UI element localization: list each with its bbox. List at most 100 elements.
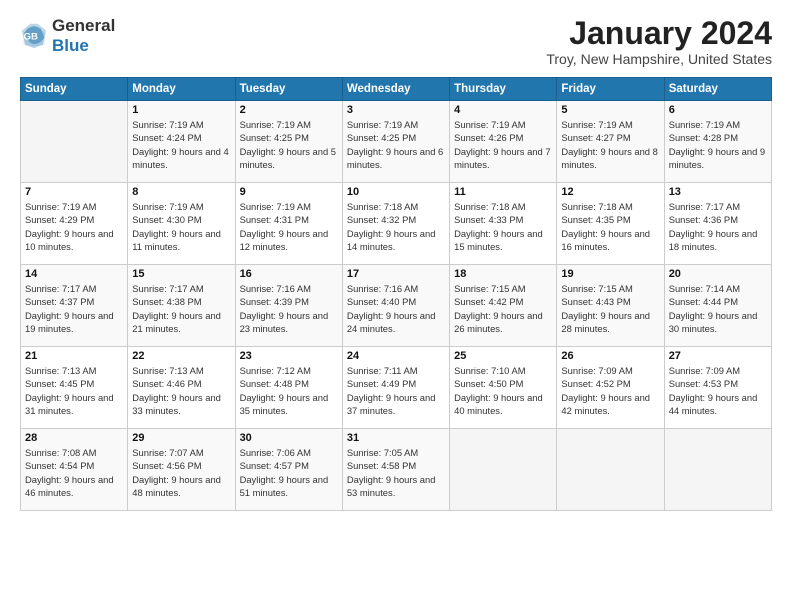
day-info: Sunrise: 7:15 AMSunset: 4:42 PMDaylight:… [454,282,552,335]
day-number: 13 [669,186,767,198]
day-number: 7 [25,186,123,198]
calendar-cell: 20Sunrise: 7:14 AMSunset: 4:44 PMDayligh… [664,265,771,347]
svg-text:GB: GB [24,31,38,42]
calendar-cell: 25 Sunrise: 7:10 AMSunset: 4:50 PMDayligh… [450,347,557,429]
day-number: 9 [240,186,338,198]
calendar-cell: 11 Sunrise: 7:18 AMSunset: 4:33 PMDayligh… [450,183,557,265]
calendar-cell: 10Sunrise: 7:18 AMSunset: 4:32 PMDayligh… [342,183,449,265]
calendar-cell: 29Sunrise: 7:07 AMSunset: 4:56 PMDayligh… [128,429,235,511]
day-number: 2 [240,104,338,116]
logo-text: General Blue [52,16,115,55]
calendar-cell: 5 Sunrise: 7:19 AMSunset: 4:27 PMDaylight… [557,101,664,183]
calendar-cell: 16Sunrise: 7:16 AMSunset: 4:39 PMDayligh… [235,265,342,347]
calendar-cell: 12Sunrise: 7:18 AMSunset: 4:35 PMDayligh… [557,183,664,265]
day-number: 17 [347,268,445,280]
logo-general: General [52,16,115,35]
day-info: Sunrise: 7:19 AMSunset: 4:25 PMDaylight:… [347,118,445,171]
day-number: 29 [132,432,230,444]
day-number: 24 [347,350,445,362]
day-number: 30 [240,432,338,444]
calendar-cell: 24 Sunrise: 7:11 AMSunset: 4:49 PMDayligh… [342,347,449,429]
calendar-week-row: 28 Sunrise: 7:08 AMSunset: 4:54 PMDayligh… [21,429,772,511]
weekday-header-wednesday: Wednesday [342,78,449,101]
day-info: Sunrise: 7:19 AMSunset: 4:25 PMDaylight:… [240,118,338,171]
calendar-cell: 4 Sunrise: 7:19 AMSunset: 4:26 PMDaylight… [450,101,557,183]
day-number: 25 [454,350,552,362]
day-number: 3 [347,104,445,116]
calendar-cell: 3 Sunrise: 7:19 AMSunset: 4:25 PMDaylight… [342,101,449,183]
day-number: 1 [132,104,230,116]
calendar-cell: 2 Sunrise: 7:19 AMSunset: 4:25 PMDaylight… [235,101,342,183]
day-number: 22 [132,350,230,362]
day-info: Sunrise: 7:19 AMSunset: 4:29 PMDaylight:… [25,200,123,253]
header: GB General Blue January 2024 Troy, New H… [20,16,772,67]
calendar-cell [450,429,557,511]
day-info: Sunrise: 7:15 AMSunset: 4:43 PMDaylight:… [561,282,659,335]
day-number: 10 [347,186,445,198]
calendar-cell [21,101,128,183]
calendar-cell: 31Sunrise: 7:05 AMSunset: 4:58 PMDayligh… [342,429,449,511]
day-number: 11 [454,186,552,198]
calendar-cell: 27Sunrise: 7:09 AMSunset: 4:53 PMDayligh… [664,347,771,429]
day-number: 19 [561,268,659,280]
calendar-cell: 9 Sunrise: 7:19 AMSunset: 4:31 PMDaylight… [235,183,342,265]
day-info: Sunrise: 7:10 AMSunset: 4:50 PMDaylight:… [454,364,552,417]
calendar-cell: 18 Sunrise: 7:15 AMSunset: 4:42 PMDayligh… [450,265,557,347]
day-number: 15 [132,268,230,280]
day-info: Sunrise: 7:19 AMSunset: 4:26 PMDaylight:… [454,118,552,171]
calendar-cell: 28 Sunrise: 7:08 AMSunset: 4:54 PMDayligh… [21,429,128,511]
calendar-cell: 13Sunrise: 7:17 AMSunset: 4:36 PMDayligh… [664,183,771,265]
calendar-week-row: 7 Sunrise: 7:19 AMSunset: 4:29 PMDaylight… [21,183,772,265]
calendar-cell: 22Sunrise: 7:13 AMSunset: 4:46 PMDayligh… [128,347,235,429]
day-info: Sunrise: 7:19 AMSunset: 4:27 PMDaylight:… [561,118,659,171]
calendar-cell: 26Sunrise: 7:09 AMSunset: 4:52 PMDayligh… [557,347,664,429]
day-info: Sunrise: 7:12 AMSunset: 4:48 PMDaylight:… [240,364,338,417]
title-block: January 2024 Troy, New Hampshire, United… [546,16,772,67]
day-info: Sunrise: 7:19 AMSunset: 4:30 PMDaylight:… [132,200,230,253]
calendar-cell: 8 Sunrise: 7:19 AMSunset: 4:30 PMDaylight… [128,183,235,265]
day-info: Sunrise: 7:06 AMSunset: 4:57 PMDaylight:… [240,446,338,499]
generalblue-icon: GB [20,22,48,50]
day-info: Sunrise: 7:18 AMSunset: 4:33 PMDaylight:… [454,200,552,253]
day-info: Sunrise: 7:08 AMSunset: 4:54 PMDaylight:… [25,446,123,499]
day-number: 28 [25,432,123,444]
weekday-header-row: SundayMondayTuesdayWednesdayThursdayFrid… [21,78,772,101]
weekday-header-thursday: Thursday [450,78,557,101]
day-number: 14 [25,268,123,280]
calendar-cell [664,429,771,511]
day-number: 4 [454,104,552,116]
weekday-header-tuesday: Tuesday [235,78,342,101]
calendar-cell: 14Sunrise: 7:17 AMSunset: 4:37 PMDayligh… [21,265,128,347]
day-number: 26 [561,350,659,362]
day-info: Sunrise: 7:19 AMSunset: 4:28 PMDaylight:… [669,118,767,171]
calendar-week-row: 14Sunrise: 7:17 AMSunset: 4:37 PMDayligh… [21,265,772,347]
day-number: 8 [132,186,230,198]
weekday-header-saturday: Saturday [664,78,771,101]
weekday-header-sunday: Sunday [21,78,128,101]
day-number: 23 [240,350,338,362]
calendar-cell: 23 Sunrise: 7:12 AMSunset: 4:48 PMDayligh… [235,347,342,429]
weekday-header-friday: Friday [557,78,664,101]
calendar-cell: 21 Sunrise: 7:13 AMSunset: 4:45 PMDayligh… [21,347,128,429]
day-number: 5 [561,104,659,116]
calendar-cell: 30 Sunrise: 7:06 AMSunset: 4:57 PMDayligh… [235,429,342,511]
day-info: Sunrise: 7:09 AMSunset: 4:53 PMDaylight:… [669,364,767,417]
day-number: 18 [454,268,552,280]
day-info: Sunrise: 7:17 AMSunset: 4:38 PMDaylight:… [132,282,230,335]
day-info: Sunrise: 7:19 AMSunset: 4:31 PMDaylight:… [240,200,338,253]
calendar-cell: 6Sunrise: 7:19 AMSunset: 4:28 PMDaylight… [664,101,771,183]
day-info: Sunrise: 7:18 AMSunset: 4:35 PMDaylight:… [561,200,659,253]
logo: GB General Blue [20,16,115,55]
calendar-cell: 1 Sunrise: 7:19 AMSunset: 4:24 PMDaylight… [128,101,235,183]
day-info: Sunrise: 7:11 AMSunset: 4:49 PMDaylight:… [347,364,445,417]
location: Troy, New Hampshire, United States [546,51,772,67]
day-number: 21 [25,350,123,362]
day-info: Sunrise: 7:16 AMSunset: 4:39 PMDaylight:… [240,282,338,335]
calendar-cell [557,429,664,511]
day-info: Sunrise: 7:19 AMSunset: 4:24 PMDaylight:… [132,118,230,171]
calendar-cell: 7 Sunrise: 7:19 AMSunset: 4:29 PMDaylight… [21,183,128,265]
calendar-cell: 17Sunrise: 7:16 AMSunset: 4:40 PMDayligh… [342,265,449,347]
logo-blue: Blue [52,36,89,55]
day-info: Sunrise: 7:13 AMSunset: 4:45 PMDaylight:… [25,364,123,417]
calendar-week-row: 1 Sunrise: 7:19 AMSunset: 4:24 PMDaylight… [21,101,772,183]
